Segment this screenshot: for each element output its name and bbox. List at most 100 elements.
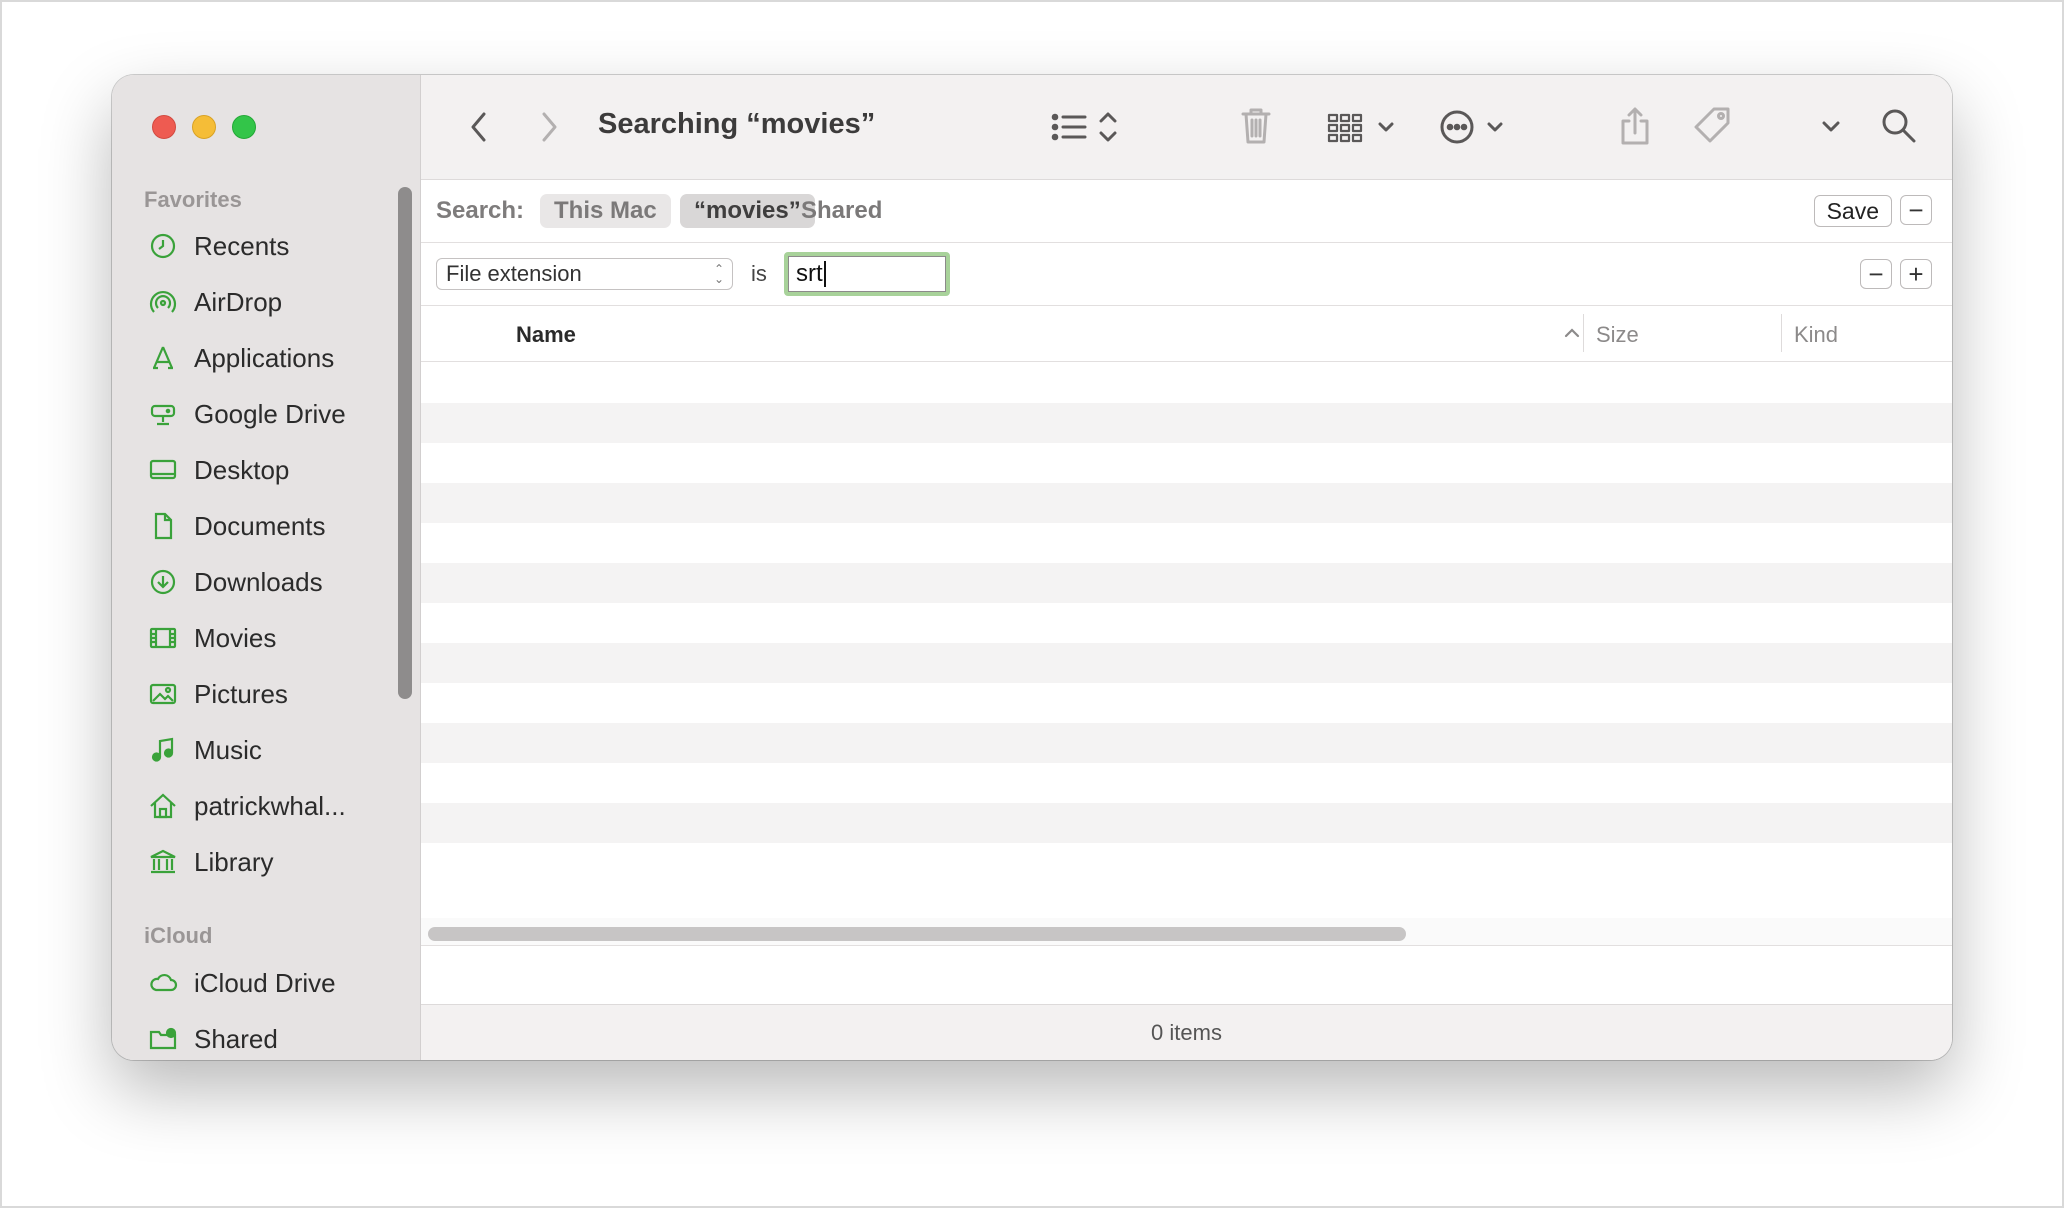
shared-folder-icon bbox=[148, 1024, 178, 1054]
desktop-icon bbox=[148, 455, 178, 485]
empty-row bbox=[421, 603, 1952, 643]
sidebar-item-applications[interactable]: Applications bbox=[112, 330, 392, 386]
sidebar-item-label: AirDrop bbox=[194, 286, 283, 317]
horizontal-scrollbar bbox=[421, 918, 1952, 946]
icloud-list: iCloud Drive Shared bbox=[112, 955, 392, 1060]
trash-icon bbox=[1241, 108, 1271, 144]
sidebar-section-icloud: iCloud bbox=[144, 923, 213, 948]
sidebar-item-label: Music bbox=[194, 734, 262, 765]
drive-icon bbox=[148, 399, 178, 429]
sidebar-item-airdrop[interactable]: AirDrop bbox=[112, 274, 392, 330]
sidebar-item-icloud-drive[interactable]: iCloud Drive bbox=[112, 955, 392, 1011]
share-button[interactable] bbox=[1613, 103, 1657, 149]
finder-window: Favorites Recents AirDrop Applications G… bbox=[112, 75, 1952, 1060]
music-note-icon bbox=[148, 735, 178, 765]
criteria-value-input[interactable]: srt bbox=[784, 252, 950, 296]
list-view-icon bbox=[1051, 112, 1117, 142]
remove-criteria-button[interactable]: − bbox=[1860, 259, 1892, 289]
sidebar-item-label: Applications bbox=[194, 342, 335, 373]
window-controls bbox=[152, 115, 256, 139]
favorites-list: Recents AirDrop Applications Google Driv… bbox=[112, 218, 392, 890]
empty-row bbox=[421, 763, 1952, 803]
sidebar-item-downloads[interactable]: Downloads bbox=[112, 554, 392, 610]
column-name-header[interactable]: Name bbox=[516, 322, 576, 348]
sidebar-item-label: Shared bbox=[194, 1023, 278, 1054]
sort-ascending-icon bbox=[1564, 328, 1580, 338]
forward-button[interactable] bbox=[531, 105, 567, 149]
sidebar-item-google-drive[interactable]: Google Drive bbox=[112, 386, 392, 442]
scope-this-mac[interactable]: This Mac bbox=[540, 194, 671, 228]
sidebar-item-documents[interactable]: Documents bbox=[112, 498, 392, 554]
delete-button[interactable] bbox=[1236, 103, 1276, 149]
empty-row bbox=[421, 403, 1952, 443]
tag-icon bbox=[1694, 107, 1730, 143]
column-divider[interactable] bbox=[1781, 314, 1782, 352]
text-caret bbox=[823, 261, 826, 287]
sidebar-item-label: Recents bbox=[194, 230, 290, 261]
column-divider[interactable] bbox=[1583, 314, 1584, 352]
column-kind-header[interactable]: Kind bbox=[1794, 322, 1838, 348]
remove-search-button[interactable]: − bbox=[1900, 195, 1932, 225]
empty-row bbox=[421, 523, 1952, 563]
sidebar-item-music[interactable]: Music bbox=[112, 722, 392, 778]
column-size-header[interactable]: Size bbox=[1596, 322, 1639, 348]
sidebar-item-movies[interactable]: Movies bbox=[112, 610, 392, 666]
sidebar-item-label: Documents bbox=[194, 510, 326, 541]
sidebar-item-label: Library bbox=[194, 846, 274, 877]
grid-icon bbox=[1327, 113, 1394, 143]
chevron-left-icon bbox=[471, 112, 486, 142]
empty-row bbox=[421, 683, 1952, 723]
attribute-select-value: File extension bbox=[446, 261, 582, 286]
save-search-button[interactable]: Save bbox=[1813, 195, 1892, 227]
chevron-down-icon bbox=[1822, 121, 1840, 132]
sidebar-item-pictures[interactable]: Pictures bbox=[112, 666, 392, 722]
ellipsis-circle-icon bbox=[1440, 110, 1503, 144]
empty-row bbox=[421, 483, 1952, 523]
sidebar-item-label: Pictures bbox=[194, 678, 288, 709]
scope-shared[interactable]: Shared bbox=[787, 194, 896, 228]
chevron-right-icon bbox=[542, 112, 557, 142]
up-down-arrows-icon: ⌃ ⌄ bbox=[713, 262, 724, 286]
empty-row bbox=[421, 443, 1952, 483]
sidebar-item-label: Movies bbox=[194, 622, 277, 653]
sidebar: Favorites Recents AirDrop Applications G… bbox=[112, 75, 421, 1060]
search-criteria-row: File extension ⌃ ⌄ is srt − + bbox=[421, 243, 1952, 306]
empty-row bbox=[421, 363, 1952, 403]
empty-row bbox=[421, 723, 1952, 763]
download-icon bbox=[148, 567, 178, 597]
empty-row bbox=[421, 643, 1952, 683]
column-header: Name Size Kind bbox=[421, 306, 1952, 362]
search-button[interactable] bbox=[1876, 103, 1922, 149]
toolbar: Searching “movies” bbox=[421, 75, 1952, 180]
document-icon bbox=[148, 511, 178, 541]
view-options-button[interactable] bbox=[1049, 105, 1129, 149]
tag-button[interactable] bbox=[1690, 103, 1736, 149]
sidebar-item-label: iCloud Drive bbox=[194, 967, 336, 998]
sidebar-scrollbar[interactable] bbox=[398, 187, 412, 699]
back-button[interactable] bbox=[461, 105, 497, 149]
sidebar-item-recents[interactable]: Recents bbox=[112, 218, 392, 274]
share-icon bbox=[1621, 107, 1649, 145]
empty-row bbox=[421, 803, 1952, 843]
sidebar-item-desktop[interactable]: Desktop bbox=[112, 442, 392, 498]
sidebar-item-home[interactable]: patrickwhal... bbox=[112, 778, 392, 834]
attribute-select[interactable]: File extension ⌃ ⌄ bbox=[436, 258, 733, 290]
zoom-button[interactable] bbox=[232, 115, 256, 139]
search-icon bbox=[1882, 109, 1916, 143]
add-criteria-button[interactable]: + bbox=[1900, 259, 1932, 289]
sidebar-item-library[interactable]: Library bbox=[112, 834, 392, 890]
minimize-button[interactable] bbox=[192, 115, 216, 139]
sidebar-item-label: Desktop bbox=[194, 454, 290, 485]
operator-label: is bbox=[751, 261, 767, 286]
sidebar-item-shared[interactable]: Shared bbox=[112, 1011, 392, 1060]
search-label: Search: bbox=[436, 197, 525, 224]
action-button[interactable] bbox=[1439, 105, 1519, 149]
sidebar-section-favorites: Favorites bbox=[144, 187, 242, 212]
close-button[interactable] bbox=[152, 115, 176, 139]
cloud-icon bbox=[148, 968, 178, 998]
more-toolbar-button[interactable] bbox=[1816, 111, 1846, 141]
group-by-button[interactable] bbox=[1326, 105, 1406, 149]
sidebar-item-label: patrickwhal... bbox=[194, 790, 346, 821]
library-icon bbox=[148, 847, 178, 877]
horizontal-scroll-thumb[interactable] bbox=[428, 927, 1406, 941]
